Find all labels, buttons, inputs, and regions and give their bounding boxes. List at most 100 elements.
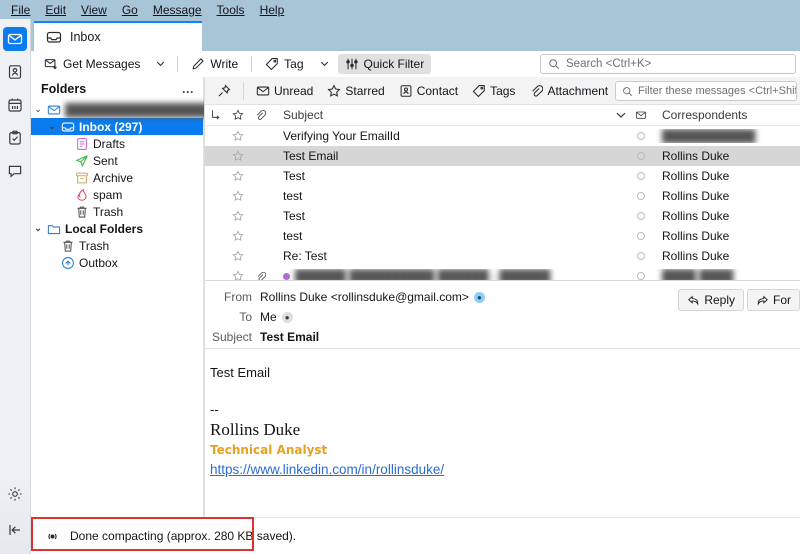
calendar-icon [7, 97, 23, 113]
tag-dropdown[interactable] [314, 55, 335, 72]
folder-item-label: Inbox (297) [76, 120, 142, 134]
folder-item-label: Local Folders [62, 222, 143, 236]
menu-go-label: Go [122, 3, 138, 17]
from-value[interactable]: Rollins Duke <rollinsduke@gmail.com> [252, 290, 469, 304]
folder-item-inbox-297[interactable]: ⌄ Inbox (297) [31, 118, 203, 135]
read-circle-icon [637, 212, 645, 220]
folder-item-archive[interactable]: Archive [31, 169, 203, 186]
write-button[interactable]: Write [184, 54, 245, 74]
to-value[interactable]: Me [252, 310, 277, 324]
chevron-down-icon[interactable]: ⌄ [31, 104, 45, 115]
message-row[interactable]: Re: TestRollins Duke [205, 246, 800, 266]
menu-file[interactable]: File [4, 1, 37, 19]
folder-item-label: spam [90, 188, 122, 202]
global-search-input[interactable]: Search <Ctrl+K> [540, 54, 796, 74]
star-toggle[interactable] [227, 210, 249, 222]
get-messages-dropdown[interactable] [150, 55, 171, 72]
toolbar-separator-1 [177, 56, 178, 72]
main-toolbar: Get Messages Write Tag [31, 51, 800, 77]
local-folders-icon [45, 222, 62, 236]
column-star-header[interactable] [227, 109, 249, 121]
chevron-down-icon[interactable]: ⌄ [45, 121, 59, 132]
menu-help[interactable]: Help [253, 1, 292, 19]
column-correspondents-header[interactable]: Correspondents [652, 108, 800, 122]
quick-filter-pin-button[interactable] [211, 81, 237, 101]
quick-filter-separator [243, 82, 244, 100]
menu-view[interactable]: View [74, 1, 114, 19]
column-unread-header[interactable] [630, 109, 652, 121]
read-circle-icon [637, 152, 645, 160]
read-status-toggle[interactable] [630, 132, 652, 140]
filter-unread-button[interactable]: Unread [250, 81, 319, 101]
menu-tools[interactable]: Tools [210, 1, 252, 19]
folder-item-trash[interactable]: Trash [31, 203, 203, 220]
filter-tags-button[interactable]: Tags [466, 81, 521, 101]
spaces-mail-button[interactable] [3, 27, 27, 51]
folder-pane-options-button[interactable]: … [182, 82, 196, 96]
read-status-toggle[interactable] [630, 212, 652, 220]
filter-contact-button[interactable]: Contact [393, 81, 464, 101]
address-book-icon [7, 64, 23, 80]
menu-edit[interactable]: Edit [38, 1, 73, 19]
star-toggle[interactable] [227, 150, 249, 162]
message-row[interactable]: testRollins Duke [205, 186, 800, 206]
folder-item-drafts[interactable]: Drafts [31, 135, 203, 152]
outbox-icon [59, 256, 76, 270]
column-subject-header[interactable]: Subject [271, 108, 612, 122]
reply-button[interactable]: Reply [678, 289, 744, 311]
reply-icon [687, 294, 700, 307]
quick-filter-button[interactable]: Quick Filter [338, 54, 432, 74]
star-toggle[interactable] [227, 230, 249, 242]
message-row[interactable]: Verifying Your EmailId███████████ [205, 126, 800, 146]
read-status-toggle[interactable] [630, 152, 652, 160]
quick-filter-search-input[interactable]: Filter these messages <Ctrl+Shift+K> [615, 81, 797, 101]
settings-button[interactable] [3, 482, 27, 506]
message-row[interactable]: ██████ ██████████ ██████ - ██████████ ██… [205, 266, 800, 280]
star-toggle[interactable] [227, 190, 249, 202]
inbox-icon [59, 120, 76, 134]
quick-filter-bar: Unread Starred Contact [205, 77, 800, 105]
read-status-toggle[interactable] [630, 252, 652, 260]
folder-item-spam[interactable]: spam [31, 186, 203, 203]
spaces-address-book-button[interactable] [3, 60, 27, 84]
read-status-toggle[interactable] [630, 232, 652, 240]
folder-item-[interactable]: ⌄███████████████████ [31, 101, 203, 118]
read-status-toggle[interactable] [630, 272, 652, 280]
chevron-down-icon [155, 58, 166, 69]
get-messages-button[interactable]: Get Messages [37, 54, 147, 74]
column-attachment-header[interactable] [249, 109, 271, 121]
read-status-toggle[interactable] [630, 192, 652, 200]
filter-attachment-button[interactable]: Attachment [523, 81, 614, 101]
star-toggle[interactable] [227, 270, 249, 280]
filter-starred-button[interactable]: Starred [321, 81, 390, 101]
menu-go[interactable]: Go [115, 1, 145, 19]
message-row[interactable]: TestRollins Duke [205, 206, 800, 226]
collapse-spaces-button[interactable] [3, 518, 27, 542]
message-row[interactable]: TestRollins Duke [205, 166, 800, 186]
star-toggle[interactable] [227, 170, 249, 182]
tag-button[interactable]: Tag [258, 54, 310, 74]
column-thread-header[interactable] [205, 109, 227, 121]
signature-title: Technical Analyst [210, 441, 800, 459]
folder-item-outbox[interactable]: Outbox [31, 254, 203, 271]
message-row[interactable]: testRollins Duke [205, 226, 800, 246]
column-sort-indicator[interactable] [612, 109, 630, 121]
message-row[interactable]: Test EmailRollins Duke [205, 146, 800, 166]
signature-linkedin-link[interactable]: https://www.linkedin.com/in/rollinsduke/ [210, 459, 800, 480]
folder-item-trash[interactable]: Trash [31, 237, 203, 254]
read-circle-icon [637, 192, 645, 200]
collapse-left-icon [7, 522, 23, 538]
folder-item-sent[interactable]: Sent [31, 152, 203, 169]
star-toggle[interactable] [227, 130, 249, 142]
spaces-chat-button[interactable] [3, 159, 27, 183]
spaces-calendar-button[interactable] [3, 93, 27, 117]
message-body: Test Email -- Rollins Duke Technical Ana… [205, 348, 800, 517]
tab-inbox[interactable]: Inbox [34, 21, 202, 51]
spaces-tasks-button[interactable] [3, 126, 27, 150]
folder-item-local-folders[interactable]: ⌄ Local Folders [31, 220, 203, 237]
star-toggle[interactable] [227, 250, 249, 262]
read-status-toggle[interactable] [630, 172, 652, 180]
forward-button[interactable]: For [747, 289, 800, 311]
chevron-down-icon[interactable]: ⌄ [31, 223, 45, 234]
menu-message[interactable]: Message [146, 1, 209, 19]
